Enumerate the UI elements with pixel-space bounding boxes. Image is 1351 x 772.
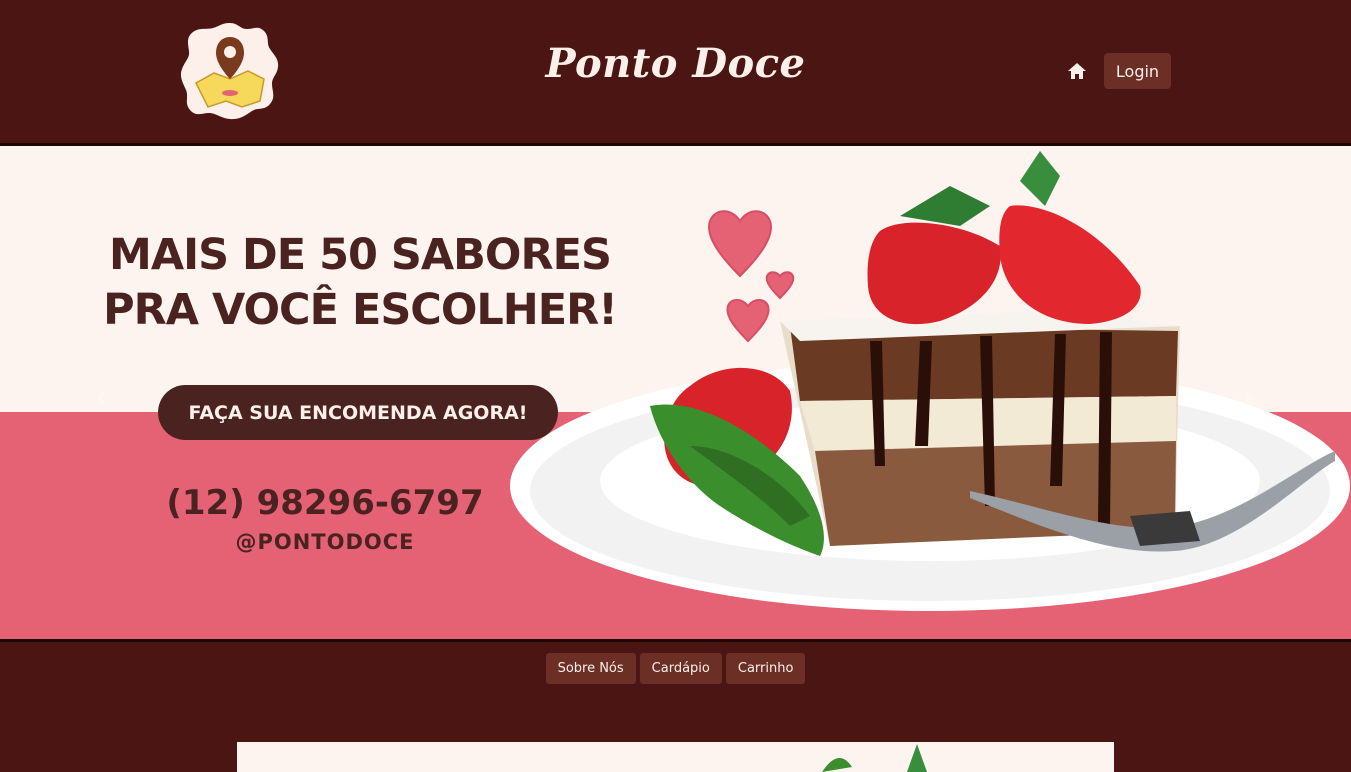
banner-headline: MAIS DE 50 SABORES PRA VOCÊ ESCOLHER! bbox=[60, 228, 660, 338]
home-icon[interactable] bbox=[1067, 61, 1087, 81]
login-button[interactable]: Login bbox=[1104, 53, 1171, 89]
headline-line-2: PRA VOCÊ ESCOLHER! bbox=[103, 285, 618, 335]
phone-number: (12) 98296-6797 bbox=[166, 483, 484, 523]
headline-line-1: MAIS DE 50 SABORES bbox=[109, 230, 612, 280]
main-nav: Sobre Nós Cardápio Carrinho bbox=[0, 653, 1351, 685]
carousel-next-button[interactable]: › bbox=[1234, 382, 1264, 412]
carousel-prev-button[interactable]: ‹ bbox=[86, 382, 116, 412]
order-now-button[interactable]: FAÇA SUA ENCOMENDA AGORA! bbox=[158, 385, 558, 440]
social-handle: @PONTODOCE bbox=[235, 530, 415, 554]
promo-banner: MAIS DE 50 SABORES PRA VOCÊ ESCOLHER! FA… bbox=[0, 143, 1351, 642]
nav-carrinho[interactable]: Carrinho bbox=[725, 653, 806, 684]
site-header: Ponto Doce Login bbox=[0, 0, 1351, 143]
nav-cardapio[interactable]: Cardápio bbox=[639, 653, 722, 684]
next-section-preview bbox=[237, 742, 1114, 772]
nav-sobre-nos[interactable]: Sobre Nós bbox=[545, 653, 636, 684]
next-section-image bbox=[822, 744, 927, 772]
